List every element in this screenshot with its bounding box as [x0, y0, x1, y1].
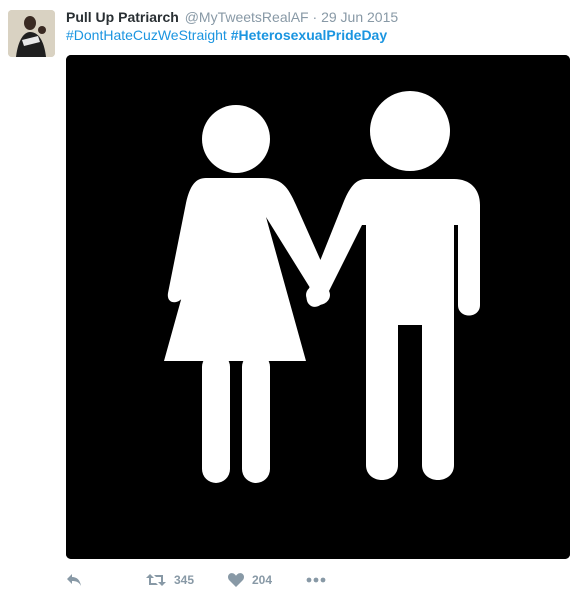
reply-icon [67, 574, 81, 586]
retweet-button[interactable]: 345 [146, 570, 194, 590]
tweet-text: #DontHateCuzWeStraight #HeterosexualPrid… [66, 26, 387, 44]
tweet-header: Pull Up Patriarch @MyTweetsRealAF · 29 J… [66, 8, 398, 26]
hashtag-link[interactable]: #HeterosexualPrideDay [231, 27, 387, 43]
tweet-card: Pull Up Patriarch @MyTweetsRealAF · 29 J… [0, 0, 577, 595]
retweet-count: 345 [174, 573, 195, 587]
author-name[interactable]: Pull Up Patriarch [66, 9, 179, 25]
avatar[interactable] [8, 10, 55, 57]
more-button[interactable] [306, 570, 326, 590]
couple-restroom-sign-icon [66, 55, 570, 559]
separator-dot: · [312, 9, 318, 25]
tweet-media-image[interactable] [66, 55, 570, 559]
heart-icon [228, 573, 244, 587]
reply-button[interactable] [66, 570, 82, 590]
tweet-date[interactable]: 29 Jun 2015 [321, 9, 398, 25]
like-count: 204 [252, 573, 273, 587]
avatar-photo [8, 10, 55, 57]
author-handle[interactable]: @MyTweetsRealAF [185, 9, 309, 25]
more-dots-icon [306, 577, 326, 583]
retweet-icon [146, 574, 166, 586]
like-button[interactable]: 204 [228, 570, 272, 590]
hashtag-link[interactable]: #DontHateCuzWeStraight [66, 27, 227, 43]
